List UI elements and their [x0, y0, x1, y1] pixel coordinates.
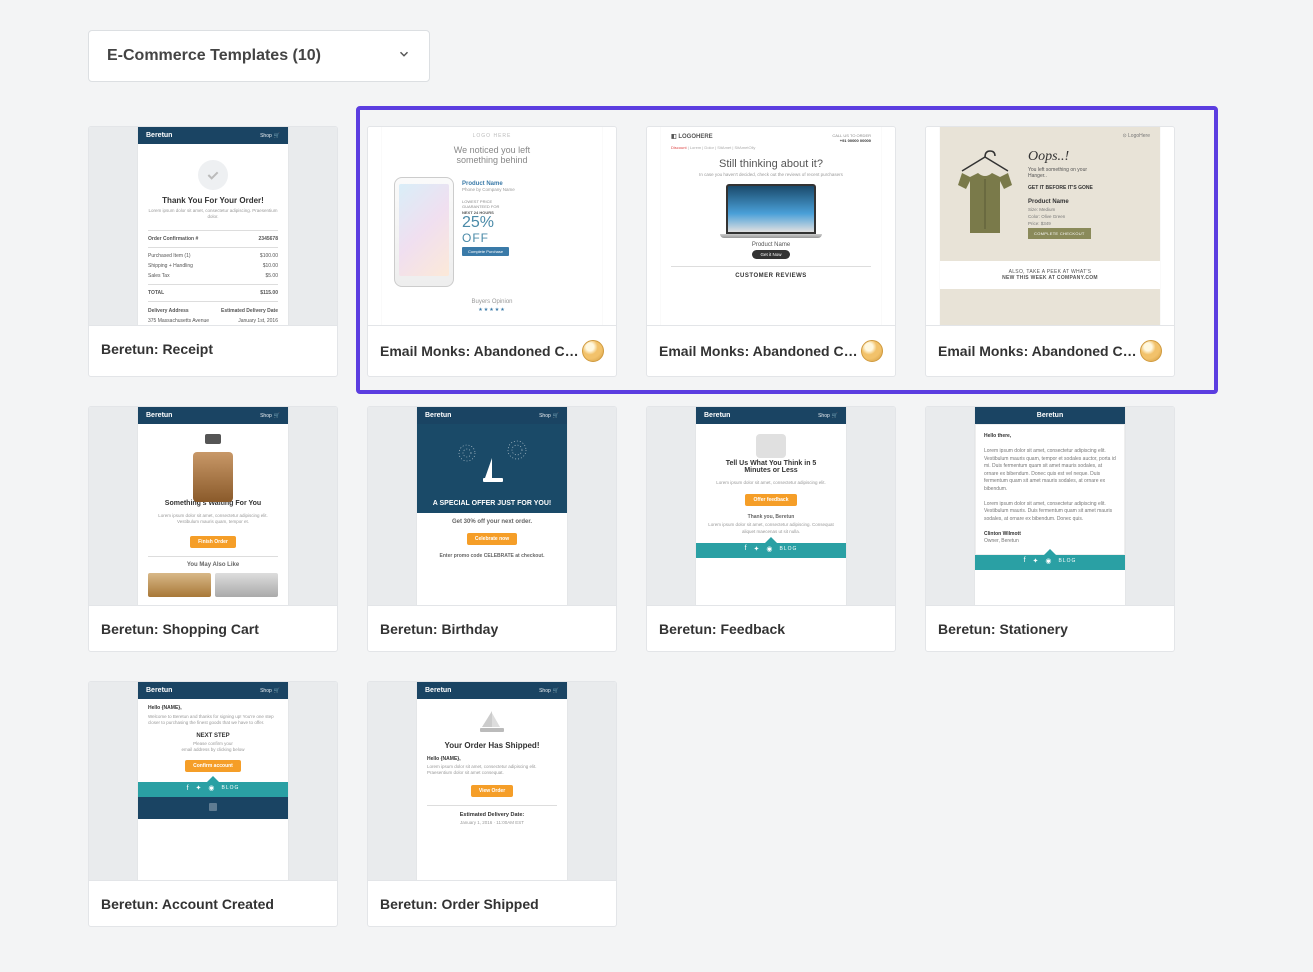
brand-label: Beretun — [146, 132, 172, 139]
sailboat-icon — [476, 709, 508, 737]
template-thumbnail: Beretun Hello there, Lorem ipsum dolor s… — [926, 407, 1174, 605]
template-thumbnail: BeretunShop 🛒 Tell Us What You Think in … — [647, 407, 895, 605]
oops-heading: Oops..! — [1028, 149, 1150, 165]
template-title: Beretun: Birthday — [380, 621, 498, 637]
category-dropdown[interactable]: E-Commerce Templates (10) — [88, 30, 430, 82]
monk-badge-icon — [582, 340, 604, 362]
template-card-abandoned-2[interactable]: LOGO HERE We noticed you leftsomething b… — [367, 126, 617, 377]
template-card-birthday[interactable]: BeretunShop 🛒 A SPECIAL OFFER JUST FOR Y… — [367, 406, 617, 652]
monk-badge-icon — [861, 340, 883, 362]
social-icons: f✦◉BLOG — [187, 784, 240, 792]
fireworks-illustration — [417, 424, 567, 500]
template-grid: BeretunShop 🛒 Thank You For Your Order! … — [88, 126, 1225, 927]
template-thumbnail: BeretunShop 🛒 Something's Waiting For Yo… — [89, 407, 337, 605]
template-thumbnail: ◧ LOGOHERE CALL US TO ORDER+91 00000 000… — [647, 127, 895, 325]
laptop-heading: Still thinking about it? — [661, 150, 881, 172]
template-card-order-shipped[interactable]: BeretunShop 🛒 Your Order Has Shipped! He… — [367, 681, 617, 927]
template-title: Beretun: Order Shipped — [380, 896, 539, 912]
cart-icon: 🛒 — [274, 133, 280, 139]
template-title: Beretun: Account Created — [101, 896, 274, 912]
template-title: Email Monks: Abandoned Cart 1 — [659, 343, 861, 359]
template-title: Beretun: Shopping Cart — [101, 621, 259, 637]
logo-placeholder: LOGO HERE — [382, 127, 602, 141]
template-thumbnail: BeretunShop 🛒 Hello {NAME}, Welcome to B… — [89, 682, 337, 880]
chevron-down-icon — [397, 47, 411, 66]
template-title: Beretun: Stationery — [938, 621, 1068, 637]
template-thumbnail: BeretunShop 🛒 Thank You For Your Order! … — [89, 127, 337, 325]
speech-bubble-icon — [756, 434, 786, 458]
laptop-illustration — [726, 184, 816, 238]
template-title: Beretun: Receipt — [101, 341, 213, 357]
template-thumbnail: BeretunShop 🛒 Your Order Has Shipped! He… — [368, 682, 616, 880]
monk-badge-icon — [1140, 340, 1162, 362]
star-rating-icon: ★★★★★ — [382, 307, 602, 313]
template-card-receipt[interactable]: BeretunShop 🛒 Thank You For Your Order! … — [88, 126, 338, 377]
template-card-abandoned-1[interactable]: ◧ LOGOHERE CALL US TO ORDER+91 00000 000… — [646, 126, 896, 377]
template-thumbnail: ⊙ LogoHere Oops..! You left something on… — [926, 127, 1174, 325]
template-card-feedback[interactable]: BeretunShop 🛒 Tell Us What You Think in … — [646, 406, 896, 652]
social-icons: f✦◉BLOG — [1024, 557, 1077, 565]
template-card-stationery[interactable]: Beretun Hello there, Lorem ipsum dolor s… — [925, 406, 1175, 652]
template-title: Email Monks: Abandoned Cart 3 — [938, 343, 1140, 359]
template-thumbnail: LOGO HERE We noticed you leftsomething b… — [368, 127, 616, 325]
template-card-shopping-cart[interactable]: BeretunShop 🛒 Something's Waiting For Yo… — [88, 406, 338, 652]
discount-percent: 25% — [462, 215, 590, 231]
shirt-illustration — [950, 149, 1020, 251]
receipt-heading: Thank You For Your Order! — [148, 196, 278, 205]
social-icons: f✦◉BLOG — [745, 545, 798, 553]
dropdown-label: E-Commerce Templates (10) — [107, 47, 321, 65]
template-card-account-created[interactable]: BeretunShop 🛒 Hello {NAME}, Welcome to B… — [88, 681, 338, 927]
template-card-abandoned-3[interactable]: ⊙ LogoHere Oops..! You left something on… — [925, 126, 1175, 377]
template-title: Email Monks: Abandoned Cart 2 — [380, 343, 582, 359]
logo-placeholder: ◧ LOGOHERE — [671, 133, 713, 143]
template-title: Beretun: Feedback — [659, 621, 785, 637]
template-thumbnail: BeretunShop 🛒 A SPECIAL OFFER JUST FOR Y… — [368, 407, 616, 605]
check-icon — [198, 160, 228, 190]
flask-illustration — [188, 434, 238, 494]
phone-illustration — [394, 177, 454, 287]
square-icon — [209, 803, 217, 811]
